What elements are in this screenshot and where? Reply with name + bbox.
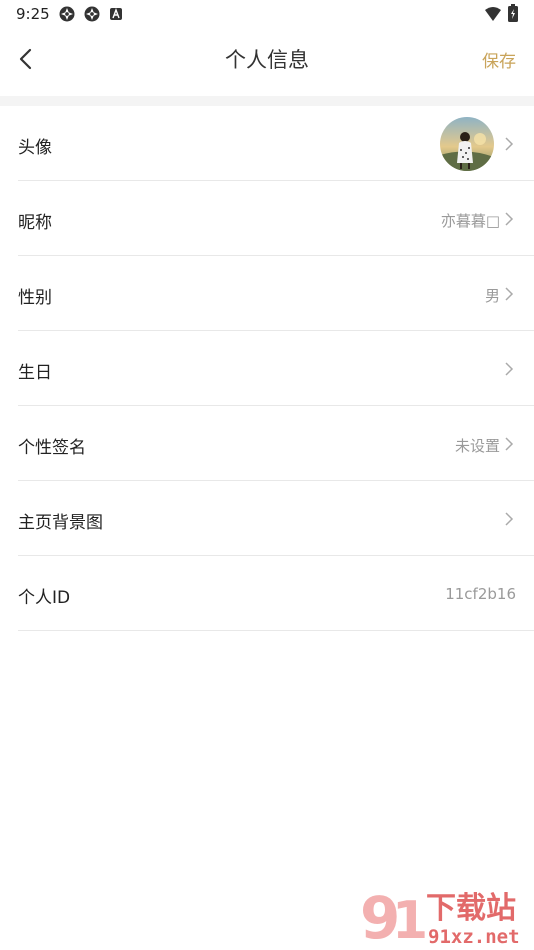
status-time: 9:25 <box>16 5 50 23</box>
chevron-right-icon <box>505 287 514 301</box>
row-label: 主页背景图 <box>18 513 103 533</box>
row-label: 性别 <box>18 288 52 308</box>
chevron-right-icon <box>505 512 514 526</box>
svg-text:91xz.net: 91xz.net <box>428 926 520 946</box>
row-label: 头像 <box>18 138 52 158</box>
gender-value: 男 <box>484 287 500 305</box>
user-id-value: 11cf2b16 <box>445 585 516 603</box>
chevron-right-icon <box>505 137 514 151</box>
row-homepage-background[interactable]: 主页背景图 <box>0 481 534 556</box>
svg-text:1: 1 <box>392 891 428 946</box>
section-divider <box>0 96 534 106</box>
status-bar: 9:25 <box>0 0 534 28</box>
row-birthday[interactable]: 生日 <box>0 331 534 406</box>
app-notification-icon <box>59 6 75 22</box>
svg-text:下载站: 下载站 <box>426 891 516 926</box>
row-user-id: 个人ID 11cf2b16 <box>0 556 534 631</box>
profile-settings-list: 头像 昵称 亦暮暮□ 性别 男 生日 个性签名 未设置 主页背景图 个人ID 1… <box>0 106 534 631</box>
row-nickname[interactable]: 昵称 亦暮暮□ <box>0 181 534 256</box>
row-label: 生日 <box>18 363 52 383</box>
wifi-icon <box>485 7 501 21</box>
a-notification-icon <box>110 8 122 20</box>
row-label: 个性签名 <box>18 438 86 458</box>
chevron-right-icon <box>505 437 514 451</box>
row-avatar[interactable]: 头像 <box>0 106 534 181</box>
signature-value: 未设置 <box>454 437 500 455</box>
row-divider <box>18 630 534 631</box>
watermark-logo: 9 1 下载站 91xz.net <box>360 886 520 946</box>
row-gender[interactable]: 性别 男 <box>0 256 534 331</box>
avatar[interactable] <box>440 117 494 171</box>
page-title: 个人信息 <box>225 48 309 72</box>
row-label: 个人ID <box>18 588 71 608</box>
app-bar: 个人信息 保存 <box>0 28 534 96</box>
battery-icon <box>508 4 518 22</box>
nickname-value: 亦暮暮□ <box>440 212 500 230</box>
row-label: 昵称 <box>18 213 52 233</box>
chevron-right-icon <box>505 212 514 226</box>
save-button[interactable]: 保存 <box>482 47 516 72</box>
row-signature[interactable]: 个性签名 未设置 <box>0 406 534 481</box>
chevron-right-icon <box>505 362 514 376</box>
app-notification-icon <box>84 6 100 22</box>
